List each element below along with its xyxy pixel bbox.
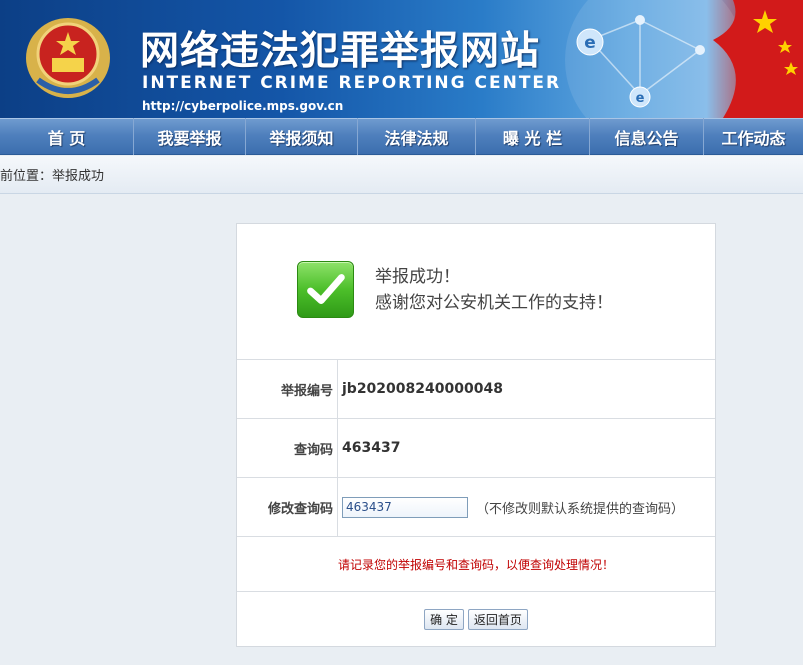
report-number-value: jb202008240000048 (342, 381, 503, 397)
back-home-button[interactable]: 返回首页 (467, 608, 528, 630)
success-message: 举报成功！ 感谢您对公安机关工作的支持！ (375, 264, 613, 316)
police-emblem-icon (26, 18, 110, 98)
site-url: http://cyberpolice.mps.gov.cn (142, 99, 344, 113)
breadcrumb-text: 当前位置：举报成功 (0, 169, 105, 184)
modify-query-code-hint: （不修改则默认系统提供的查询码） (476, 501, 685, 517)
report-number-row: 举报编号 jb202008240000048 (237, 360, 715, 419)
query-code-label: 查询码 (237, 419, 338, 477)
modify-query-code-cell: （不修改则默认系统提供的查询码） (338, 478, 715, 536)
main-nav: 首 页 我要举报 举报须知 法律法规 曝 光 栏 信息公告 工作动态 (0, 118, 803, 155)
modify-query-code-label: 修改查询码 (237, 478, 338, 536)
checkmark-icon (297, 261, 354, 318)
query-code-value: 463437 (342, 440, 401, 456)
record-notice: 请记录您的举报编号和查询码，以便查询处理情况！ (237, 537, 715, 592)
success-title: 举报成功！ (375, 267, 460, 287)
nav-item-work-news[interactable]: 工作动态 (704, 118, 803, 155)
modify-query-code-input[interactable] (342, 496, 468, 518)
flag-icon (713, 0, 803, 118)
nav-item-home[interactable]: 首 页 (0, 118, 134, 155)
query-code-row: 查询码 463437 (237, 419, 715, 478)
nav-item-laws[interactable]: 法律法规 (358, 118, 476, 155)
success-section: 举报成功！ 感谢您对公安机关工作的支持！ (237, 224, 715, 360)
modify-query-code-row: 修改查询码 （不修改则默认系统提供的查询码） (237, 478, 715, 537)
breadcrumb: 当前位置：举报成功 (0, 156, 803, 194)
site-title-cn: 网络违法犯罪举报网站 (140, 29, 541, 74)
nav-item-announcements[interactable]: 信息公告 (590, 118, 704, 155)
svg-text:e: e (636, 91, 645, 106)
success-thanks: 感谢您对公安机关工作的支持！ (375, 293, 613, 313)
nav-item-exposure[interactable]: 曝 光 栏 (476, 118, 590, 155)
report-number-label: 举报编号 (237, 360, 338, 418)
result-panel: 举报成功！ 感谢您对公安机关工作的支持！ 举报编号 jb202008240000… (236, 223, 716, 647)
svg-text:e: e (584, 33, 596, 53)
site-title-en: INTERNET CRIME REPORTING CENTER (142, 73, 562, 93)
nav-item-report[interactable]: 我要举报 (134, 118, 246, 155)
site-banner: e e 网络违法犯罪举报网站 INTERNET CRIME REPORTING … (0, 0, 803, 118)
button-bar: 确 定 返回首页 (237, 592, 715, 646)
confirm-button[interactable]: 确 定 (424, 608, 464, 630)
nav-item-guidelines[interactable]: 举报须知 (246, 118, 358, 155)
